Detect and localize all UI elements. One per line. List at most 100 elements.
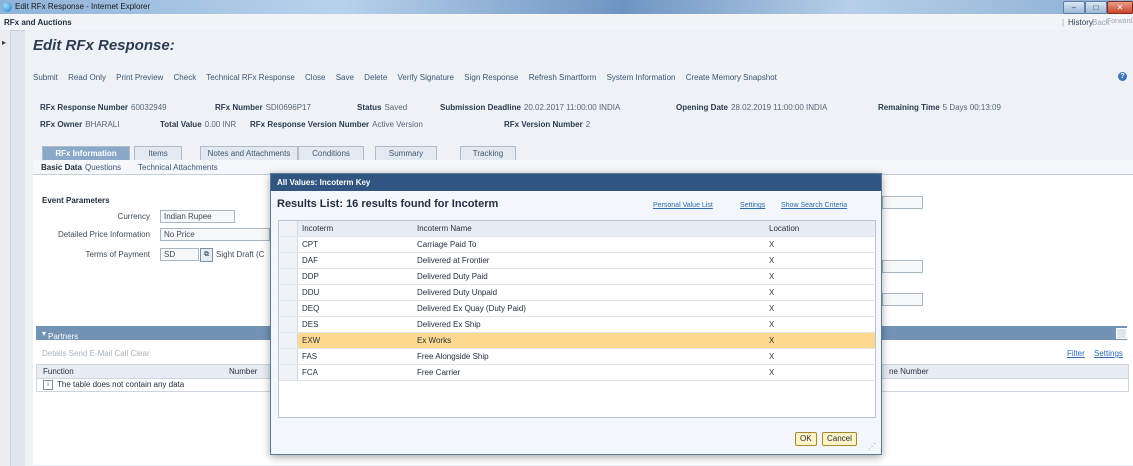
partners-heading: ▾ Partners and Delivery Information [42,329,88,368]
print-preview-button[interactable]: Print Preview [116,73,163,82]
partners-actions[interactable]: Details Send E-Mail Call Clear [42,349,150,358]
dialog-titlebar[interactable]: All Values: Incoterm Key [271,174,881,191]
table-row[interactable]: FCA Free Carrier X [279,365,875,381]
incoterm-location: X [769,320,775,329]
bg-field-2[interactable] [882,260,923,273]
subtab-technical-attachments[interactable]: Technical Attachments [138,163,218,172]
submission-deadline-field: Submission Deadline 20.02.2017 11:00:00 I… [440,103,621,112]
results-summary: Results List: 16 results found for Incot… [277,198,499,210]
payment-terms-field[interactable]: SD [160,248,199,261]
tab-tracking[interactable]: Tracking [460,146,516,161]
help-icon[interactable]: ? [1118,72,1127,81]
collapse-icon[interactable] [1116,328,1127,339]
incoterm-location: X [769,368,775,377]
save-button[interactable]: Save [336,73,354,82]
remaining-time-field: Remaining Time 5 Days 00:13:09 [878,103,1001,112]
filter-link[interactable]: Filter [1067,349,1085,358]
dialog-title: All Values: Incoterm Key [277,178,371,187]
payment-terms-label: Terms of Payment [85,250,150,259]
rfx-number-field: RFx Number SDI0696P17 [215,103,311,112]
col-incoterm[interactable]: Incoterm [302,224,333,233]
close-window-button[interactable]: ✕ [1107,1,1133,14]
table-row[interactable]: DDP Delivered Duty Paid X [279,269,875,285]
incoterm-location: X [769,336,775,345]
forward-link[interactable]: Forward [1107,18,1133,25]
subtab-questions[interactable]: Questions [85,163,121,172]
settings-link[interactable]: Settings [740,202,765,209]
bg-field-1[interactable] [882,196,923,209]
tab-items[interactable]: Items [134,146,182,161]
cancel-button[interactable]: Cancel [822,432,857,446]
window-title: Edit RFx Response - Internet Explorer [15,2,151,11]
maximize-button[interactable]: □ [1085,1,1107,14]
col-incoterm-name[interactable]: Incoterm Name [417,224,472,233]
table-row[interactable]: DEQ Delivered Ex Quay (Duty Paid) X [279,301,875,317]
detailed-price-label: Detailed Price Information [57,230,150,239]
close-button[interactable]: Close [305,73,325,82]
subtab-basic-data[interactable]: Basic Data [41,163,82,172]
incoterm-name: Free Alongside Ship [417,352,489,361]
rfx-owner-field: RFx Owner BHARALI [40,120,120,129]
tab-rfx-information[interactable]: RFx Information [42,146,130,161]
row-selector[interactable] [279,333,298,348]
table-row[interactable]: DES Delivered Ex Ship X [279,317,875,333]
create-memory-snapshot-button[interactable]: Create Memory Snapshot [686,73,777,82]
check-button[interactable]: Check [174,73,197,82]
table-row[interactable]: CPT Carriage Paid To X [279,237,875,253]
table-row-selected[interactable]: EXW Ex Works X [279,333,875,349]
row-selector[interactable] [279,317,298,332]
incoterm-code: EXW [302,336,321,345]
action-toolbar: Submit Read Only Print Preview Check Tec… [33,73,1133,87]
detailed-price-field[interactable]: No Price [160,228,270,241]
row-selector[interactable] [279,253,298,268]
settings-link[interactable]: Settings [1094,349,1123,358]
incoterm-name: Delivered Ex Ship [417,320,481,329]
left-edge-bar: ▸ [0,30,11,466]
incoterm-location: X [769,304,775,313]
incoterm-code: FCA [302,368,318,377]
resize-grip-icon[interactable]: ⋰ [868,442,877,451]
tab-summary[interactable]: Summary [375,146,437,161]
incoterm-location: X [769,256,775,265]
browser-icon [2,2,12,12]
total-value-field: Total Value 0.00 INR [160,120,237,129]
system-information-button[interactable]: System Information [607,73,676,82]
row-selector[interactable] [279,349,298,364]
incoterm-location: X [769,272,775,281]
collapse-handle-icon[interactable]: ▸ [2,38,6,47]
tab-notes-attachments[interactable]: Notes and Attachments [200,146,298,161]
row-selector[interactable] [279,365,298,380]
submit-button[interactable]: Submit [33,73,58,82]
currency-field[interactable]: Indian Rupee [160,210,235,223]
payment-terms-text: Sight Draft (C [216,250,265,259]
row-selector[interactable] [279,237,298,252]
verify-signature-button[interactable]: Verify Signature [398,73,454,82]
col-function: Function [43,367,74,376]
table-row[interactable]: FAS Free Alongside Ship X [279,349,875,365]
row-selector[interactable] [279,301,298,316]
incoterm-location: X [769,288,775,297]
history-menu[interactable]: History [1068,18,1093,27]
col-location[interactable]: Location [769,224,799,233]
value-help-icon[interactable]: ⧉ [200,248,213,262]
row-selector[interactable] [279,269,298,284]
table-row[interactable]: DDU Delivered Duty Unpaid X [279,285,875,301]
sign-response-button[interactable]: Sign Response [464,73,518,82]
table-header-row: Incoterm Incoterm Name Location [279,221,875,237]
ok-button[interactable]: OK [795,432,817,446]
technical-rfx-response-button[interactable]: Technical RFx Response [206,73,294,82]
incoterm-name: Delivered Ex Quay (Duty Paid) [417,304,526,313]
table-row[interactable]: DAF Delivered at Frontier X [279,253,875,269]
show-search-criteria-link[interactable]: Show Search Criteria [781,202,847,209]
incoterm-name: Delivered at Frontier [417,256,490,265]
refresh-smartform-button[interactable]: Refresh Smartform [529,73,597,82]
read-only-button[interactable]: Read Only [68,73,106,82]
tab-conditions[interactable]: Conditions [298,146,364,161]
bg-field-3[interactable] [882,293,923,306]
personal-value-list-link[interactable]: Personal Value List [653,202,713,209]
incoterm-code: FAS [302,352,318,361]
minimize-button[interactable]: – [1063,1,1085,14]
col-phone-number: ne Number [889,367,929,376]
delete-button[interactable]: Delete [364,73,387,82]
row-selector[interactable] [279,285,298,300]
